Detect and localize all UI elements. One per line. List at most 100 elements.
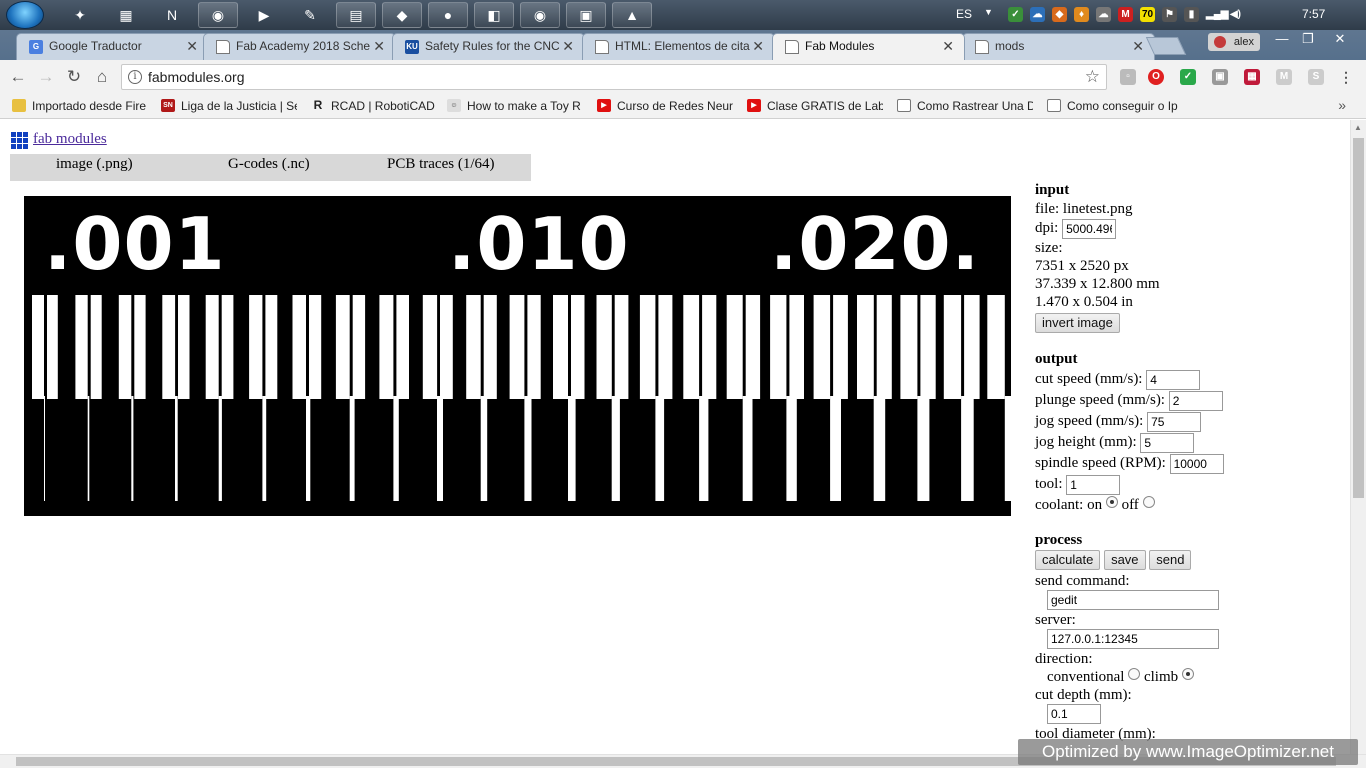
close-icon[interactable]: ✕: [942, 34, 954, 59]
mode-image-png[interactable]: image (.png): [56, 156, 133, 173]
opera-icon[interactable]: O: [1148, 69, 1164, 85]
scroll-up-icon[interactable]: ▲: [1354, 123, 1362, 132]
chevron-down-icon[interactable]: ▼: [984, 7, 993, 17]
taskbar-app-icon[interactable]: ◆: [382, 2, 422, 28]
signal-icon[interactable]: ▂▄▆: [1206, 7, 1228, 22]
jog-speed-input[interactable]: [1147, 411, 1202, 432]
bookmark-item[interactable]: ▶ Curso de Redes Neur: [597, 98, 733, 116]
bookmark-item[interactable]: SN Liga de la Justicia | Se: [161, 98, 297, 116]
extension-icon[interactable]: ▫: [1120, 69, 1136, 85]
maximize-button[interactable]: ❐: [1296, 32, 1320, 48]
device-icon[interactable]: ▮: [1184, 7, 1199, 22]
scrollbar-thumb[interactable]: [1353, 138, 1364, 498]
notepad-icon[interactable]: N: [152, 2, 192, 28]
bookmark-item[interactable]: ☺ How to make a Toy R: [447, 98, 583, 116]
image-preview[interactable]: .001 .010 .020.: [24, 196, 1011, 516]
taskbar-app-icon[interactable]: ✎: [290, 2, 330, 28]
security-icon[interactable]: ✓: [1008, 7, 1023, 22]
spindle-speed-input[interactable]: [1169, 453, 1224, 474]
extension-icon[interactable]: ▦: [1244, 69, 1260, 85]
calculator-icon[interactable]: ▦: [106, 2, 146, 28]
tab-mods[interactable]: mods ✕: [962, 33, 1155, 60]
close-icon[interactable]: ✕: [373, 34, 385, 59]
coolant-off-radio[interactable]: [1142, 496, 1155, 508]
taskbar-app-icon[interactable]: ▣: [566, 2, 606, 28]
dpi-input[interactable]: [1062, 218, 1117, 239]
tab-html-elementos[interactable]: HTML: Elementos de cita ✕: [582, 33, 775, 60]
mega-extension-icon[interactable]: M: [1276, 69, 1292, 85]
app-tray-icon[interactable]: ♦: [1074, 7, 1089, 22]
send-button[interactable]: send: [1149, 550, 1192, 570]
taskbar-app-icon[interactable]: ▲: [612, 2, 652, 28]
mega-icon[interactable]: M: [1118, 7, 1133, 22]
save-button[interactable]: save: [1104, 550, 1146, 570]
vertical-scrollbar[interactable]: ▲: [1350, 120, 1366, 754]
menu-icon[interactable]: ⋮: [1338, 69, 1354, 85]
pattern-wide-bar: [335, 295, 350, 399]
forward-button[interactable]: →: [35, 66, 57, 88]
tab-safety-rules[interactable]: KU Safety Rules for the CNC ✕: [392, 33, 585, 60]
back-button[interactable]: ←: [7, 66, 29, 88]
clock[interactable]: 7:57: [1302, 7, 1325, 21]
app-tray-icon[interactable]: ◆: [1052, 7, 1067, 22]
flag-icon[interactable]: ⚑: [1162, 7, 1177, 22]
home-button[interactable]: ⌂: [91, 66, 113, 88]
address-bar[interactable]: i fabmodules.org ☆: [121, 64, 1107, 90]
close-icon[interactable]: ✕: [186, 34, 198, 59]
lock-icon[interactable]: ▣: [1212, 69, 1228, 85]
profile-button[interactable]: alex: [1208, 33, 1260, 51]
minimize-button[interactable]: —: [1270, 32, 1294, 48]
volume-icon[interactable]: ◀): [1228, 7, 1243, 22]
media-player-icon[interactable]: ▶: [244, 2, 284, 28]
chrome-icon[interactable]: ◉: [198, 2, 238, 28]
extension-icon[interactable]: S: [1308, 69, 1324, 85]
coolant-on-radio[interactable]: [1105, 496, 1118, 508]
climb-radio[interactable]: [1181, 668, 1194, 680]
cloud-icon[interactable]: ☁: [1030, 7, 1045, 22]
close-icon[interactable]: ✕: [1132, 34, 1144, 59]
chrome-icon[interactable]: ◉: [520, 2, 560, 28]
bookmark-folder[interactable]: Importado desde Fire: [12, 98, 148, 116]
shield-icon[interactable]: ✓: [1180, 69, 1196, 85]
tab-fab-modules[interactable]: Fab Modules ✕: [772, 33, 965, 60]
jog-height-input[interactable]: [1140, 432, 1195, 453]
mode-gcodes-nc[interactable]: G-codes (.nc): [228, 156, 310, 173]
pattern-thin-line: [131, 396, 134, 501]
mode-pcb-traces[interactable]: PCB traces (1/64): [387, 156, 494, 173]
tab-google-traductor[interactable]: G Google Traductor ✕: [16, 33, 209, 60]
cut-depth-input[interactable]: [1047, 704, 1101, 724]
tab-fab-academy[interactable]: Fab Academy 2018 Sche ✕: [203, 33, 396, 60]
tool-input[interactable]: [1066, 474, 1121, 495]
calculate-button[interactable]: calculate: [1035, 550, 1101, 570]
cloud-icon[interactable]: ☁: [1096, 7, 1111, 22]
more-bookmarks-icon[interactable]: »: [1338, 97, 1346, 113]
conventional-radio[interactable]: [1128, 668, 1141, 680]
plunge-speed-input[interactable]: [1168, 390, 1223, 411]
bookmark-item[interactable]: R RCAD | RobotiCAD: [311, 98, 435, 116]
start-button[interactable]: [6, 1, 44, 29]
bookmark-item[interactable]: ▶ Clase GRATIS de Lab: [747, 98, 883, 116]
coolant-off-label: off: [1121, 497, 1139, 513]
fab-modules-link[interactable]: fab modules: [33, 131, 107, 148]
tray-badge[interactable]: 70: [1140, 7, 1155, 22]
file-explorer-icon[interactable]: ▤: [336, 2, 376, 28]
send-command-input[interactable]: [1047, 590, 1219, 610]
close-icon[interactable]: ✕: [562, 34, 574, 59]
invert-image-button[interactable]: invert image: [1035, 313, 1120, 333]
server-input[interactable]: [1047, 629, 1219, 649]
bookmark-item[interactable]: Como conseguir o Ip: [1047, 98, 1183, 116]
bookmark-star-icon[interactable]: ☆: [1085, 67, 1100, 87]
close-window-button[interactable]: ✕: [1328, 32, 1352, 48]
info-icon[interactable]: i: [128, 70, 142, 84]
plunge-speed-label: plunge speed (mm/s):: [1035, 392, 1165, 408]
taskbar-app-icon[interactable]: ✦: [60, 2, 100, 28]
language-indicator[interactable]: ES: [956, 7, 972, 21]
address-url[interactable]: fabmodules.org: [148, 69, 245, 85]
recorder-icon[interactable]: ●: [428, 2, 468, 28]
pattern-wide-bar: [876, 295, 892, 399]
close-icon[interactable]: ✕: [752, 34, 764, 59]
reload-button[interactable]: ↻: [63, 66, 85, 88]
cut-speed-input[interactable]: [1146, 369, 1201, 390]
taskbar-app-icon[interactable]: ◧: [474, 2, 514, 28]
bookmark-item[interactable]: Como Rastrear Una D: [897, 98, 1033, 116]
